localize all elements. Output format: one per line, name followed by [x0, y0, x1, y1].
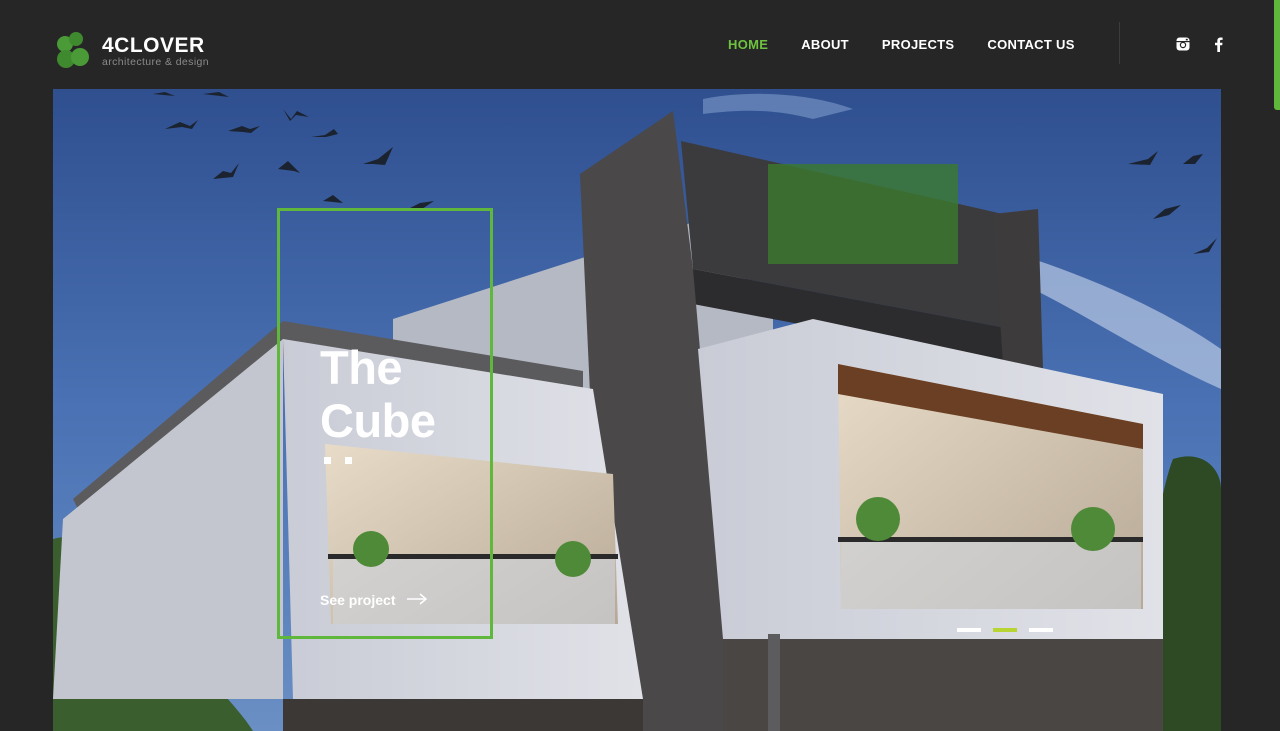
hero-slider — [53, 89, 1221, 731]
nav-item-about[interactable]: ABOUT — [801, 37, 849, 52]
nav-item-projects[interactable]: PROJECTS — [882, 37, 954, 52]
slide-title: The Cube — [320, 341, 436, 447]
decoration-dot — [345, 457, 352, 464]
brand-name: 4CLOVER — [102, 33, 205, 57]
see-project-label: See project — [320, 592, 396, 608]
hero-background-image — [53, 89, 1221, 731]
brand-tagline: architecture & design — [102, 55, 210, 68]
nav-item-contact-us[interactable]: CONTACT US — [987, 37, 1074, 52]
slide-title-line-2: Cube — [320, 394, 436, 447]
slide-pager-2[interactable] — [993, 628, 1017, 632]
nav-item-home[interactable]: HOME — [728, 37, 768, 52]
title-decoration-dots — [324, 457, 366, 464]
slider-pagination — [957, 628, 1065, 632]
slide-title-line-1: The — [320, 341, 403, 394]
page-scroll-indicator[interactable] — [1274, 0, 1280, 110]
clover-logo-icon — [55, 32, 93, 70]
instagram-icon[interactable] — [1174, 35, 1192, 53]
slide-pager-3[interactable] — [1029, 628, 1053, 632]
page: 4CLOVER architecture & design HOME ABOUT… — [0, 0, 1280, 731]
main-nav: HOME ABOUT PROJECTS CONTACT US — [728, 37, 1108, 52]
logo[interactable]: 4CLOVER architecture & design — [55, 32, 209, 70]
facebook-icon[interactable] — [1209, 35, 1227, 53]
slide-pager-1[interactable] — [957, 628, 981, 632]
arrow-right-icon — [406, 592, 428, 608]
decoration-dot — [324, 457, 331, 464]
site-header: 4CLOVER architecture & design HOME ABOUT… — [0, 0, 1280, 88]
see-project-link[interactable]: See project — [320, 592, 428, 608]
header-divider — [1119, 22, 1120, 64]
